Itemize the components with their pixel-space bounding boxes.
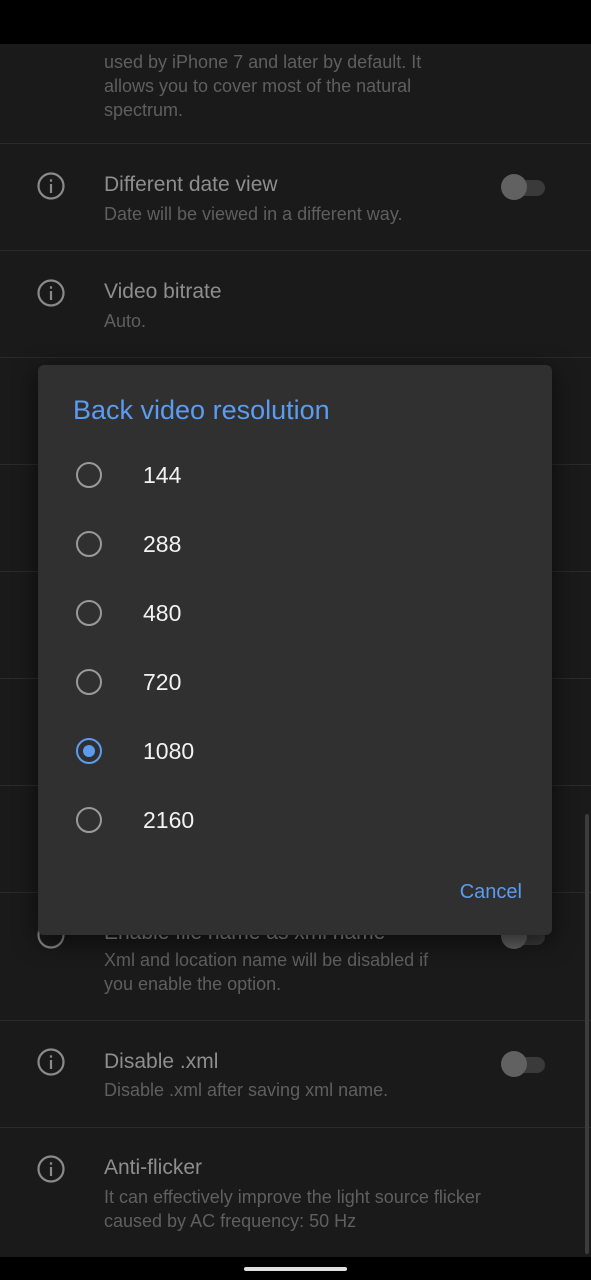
option-label: 2160: [143, 807, 195, 833]
radio-button-icon[interactable]: [76, 600, 102, 626]
settings-row-anti-flicker[interactable]: Anti-flicker It can effectively improve …: [0, 1128, 591, 1257]
dialog-title: Back video resolution: [73, 395, 330, 425]
scrollbar[interactable]: [585, 814, 589, 1254]
resolution-option[interactable]: 480: [38, 579, 552, 648]
settings-row-subtitle: used by iPhone 7 and later by default. I…: [104, 52, 422, 120]
option-label: 720: [143, 669, 182, 695]
settings-row-color-space[interactable]: used by iPhone 7 and later by default. I…: [0, 44, 591, 144]
radio-button-checked-icon[interactable]: [76, 738, 102, 764]
option-label: 144: [143, 462, 182, 488]
settings-row-subtitle: It can effectively improve the light sou…: [104, 1187, 481, 1231]
settings-row-subtitle: Date will be viewed in a different way.: [104, 204, 403, 224]
settings-row-title: Disable .xml: [104, 1050, 219, 1073]
resolution-option[interactable]: 288: [38, 510, 552, 579]
different-date-toggle[interactable]: [501, 174, 545, 200]
settings-row-title: Different date view: [104, 173, 278, 196]
radio-button-icon[interactable]: [76, 807, 102, 833]
settings-row-disable-xml[interactable]: Disable .xml Disable .xml after saving x…: [0, 1021, 591, 1128]
disable-xml-toggle[interactable]: [501, 1051, 545, 1077]
home-handle[interactable]: [244, 1267, 347, 1271]
resolution-option[interactable]: 2160: [38, 786, 552, 855]
settings-row-video-bitrate[interactable]: Video bitrate Auto.: [0, 251, 591, 358]
settings-row-title: Anti-flicker: [104, 1156, 203, 1179]
cancel-button[interactable]: Cancel: [460, 881, 522, 904]
status-bar: [0, 0, 591, 44]
resolution-dialog: Back video resolution 144 288 480 720 10…: [38, 365, 552, 935]
option-label: 288: [143, 531, 182, 557]
info-icon: [37, 279, 65, 307]
info-icon: [37, 1048, 65, 1076]
toggle-thumb: [501, 174, 527, 200]
settings-row-subtitle: Auto.: [104, 311, 147, 331]
settings-row-different-date[interactable]: Different date view Date will be viewed …: [0, 144, 591, 251]
settings-row-title: Video bitrate: [104, 280, 222, 303]
navigation-bar: [0, 1257, 591, 1280]
info-icon: [37, 1155, 65, 1183]
resolution-option[interactable]: 144: [38, 441, 552, 510]
resolution-option-selected[interactable]: 1080: [38, 717, 552, 786]
option-label: 480: [143, 600, 182, 626]
radio-button-icon[interactable]: [76, 669, 102, 695]
info-icon: [37, 172, 65, 200]
resolution-option[interactable]: 720: [38, 648, 552, 717]
radio-button-icon[interactable]: [76, 531, 102, 557]
toggle-thumb: [501, 1051, 527, 1077]
settings-row-subtitle: Xml and location name will be disabled i…: [104, 950, 429, 994]
settings-row-subtitle: Disable .xml after saving xml name.: [104, 1080, 389, 1100]
radio-button-icon[interactable]: [76, 462, 102, 488]
option-label: 1080: [143, 738, 195, 764]
